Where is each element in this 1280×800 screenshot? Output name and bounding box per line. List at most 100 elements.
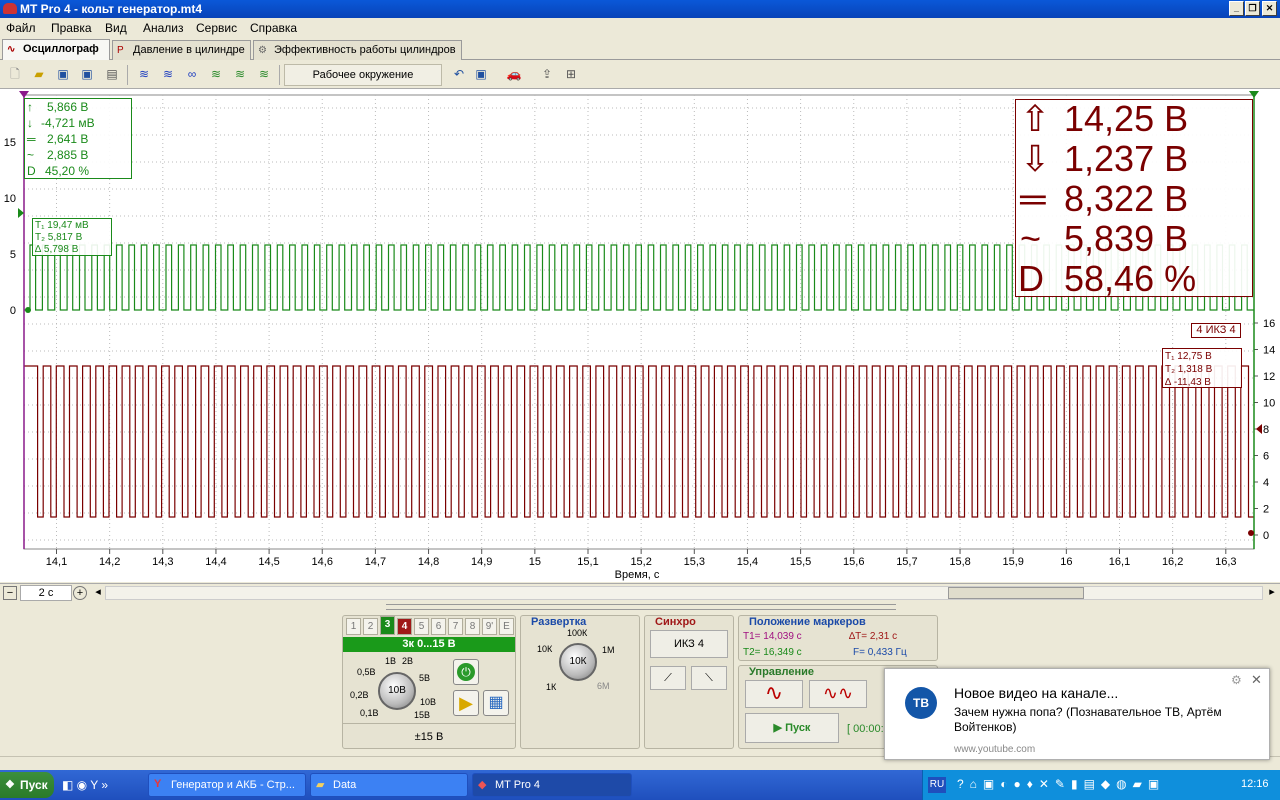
range-selector[interactable]: ±15 В: [343, 723, 515, 749]
x-tick-label: 15,7: [896, 556, 917, 568]
ch3-marker-box: T₁ 19,47 мВ T₂ 5,817 В ∆ 5,798 В: [32, 218, 112, 256]
x-tick-label: 15,8: [949, 556, 970, 568]
menu-view[interactable]: Вид: [105, 21, 127, 35]
right-tick-label: 8: [1263, 424, 1269, 436]
notification-toast[interactable]: ТВ ⚙ ✕ Новое видео на канале... Зачем ну…: [884, 668, 1270, 760]
window-title: MT Pro 4 - кольт генератор.mt4: [20, 2, 203, 16]
car-icon[interactable]: 🚗: [505, 66, 523, 83]
rms-icon: ~: [1020, 218, 1042, 259]
ch4-stats-box: ⇧ 14,25 В ⇩ 1,237 В ═ 8,322 В ~5,839 В D 58,…: [1015, 98, 1253, 299]
channels-icon[interactable]: ≋: [231, 66, 249, 83]
menu-service[interactable]: Сервис: [196, 21, 237, 35]
scroll-right-arrow[interactable]: ▸: [1265, 586, 1279, 600]
zoom-in-button[interactable]: +: [73, 586, 87, 600]
print-icon[interactable]: ▤: [103, 66, 121, 83]
marker-dt: ∆T= 2,31 с: [849, 631, 898, 642]
language-indicator[interactable]: RU: [928, 777, 946, 793]
tab-cylinder-pressure[interactable]: P Давление в цилиндре: [112, 40, 251, 60]
ch4-trace: [24, 365, 1254, 518]
minimize-button[interactable]: _: [1229, 1, 1244, 16]
save-as-icon[interactable]: ▣: [78, 66, 96, 83]
falling-edge-button[interactable]: ⟍: [691, 666, 727, 690]
probe-button[interactable]: ▶: [453, 690, 479, 716]
scroll-left-arrow[interactable]: ◂: [91, 586, 105, 600]
fit-icon[interactable]: ⊞: [562, 66, 580, 83]
task-folder[interactable]: ▰ Data: [310, 773, 468, 797]
right-tick-label: 2: [1263, 504, 1269, 516]
rising-edge-button[interactable]: ⟋: [650, 666, 686, 690]
task-mtpro[interactable]: ◆ MT Pro 4: [472, 773, 632, 797]
marker-t2-icon: T₂: [1165, 364, 1178, 375]
oscilloscope-plot[interactable]: 14,1 14,2 14,3 14,4 14,5 14,6 14,7 14,8 14,9 15 15…: [0, 89, 1280, 582]
channel-panel: 1 2 3 4 5 6 7 8 9' E 3к 0...15 В 10В 1В …: [342, 615, 516, 749]
channels-icon[interactable]: ≋: [135, 66, 153, 83]
close-button[interactable]: ✕: [1262, 1, 1277, 16]
quicklaunch-icons[interactable]: ◧ ◉ Y »: [62, 778, 108, 792]
task-browser[interactable]: Y Генератор и АКБ - Стр...: [148, 773, 306, 797]
sine-mode-button[interactable]: ∿: [745, 680, 803, 708]
channels-icon[interactable]: ≋: [207, 66, 225, 83]
arrow-down-icon: ⇩: [1020, 138, 1051, 179]
channel-4-button[interactable]: 4: [397, 618, 412, 635]
channels-icon[interactable]: ≋: [255, 66, 273, 83]
right-tick-label: 10: [1263, 398, 1275, 410]
open-folder-icon[interactable]: ▰: [30, 66, 48, 83]
menu-help[interactable]: Справка: [250, 21, 297, 35]
zoom-value[interactable]: 2 с: [20, 585, 72, 601]
ch3-stats-box: ↑ 5,866 В ↓ -4,721 мВ ═ 2,641 В ~2,885 В D4…: [24, 98, 132, 179]
clock: 12:16: [1241, 778, 1269, 790]
channel-1-button[interactable]: 1: [346, 618, 361, 635]
knob-label: 15В: [414, 710, 431, 720]
power-button[interactable]: ⏻: [453, 659, 479, 685]
undo-icon[interactable]: ↶: [450, 66, 468, 83]
start-button[interactable]: ❖ Пуск: [0, 772, 54, 798]
menu-file[interactable]: Файл: [6, 21, 36, 35]
restore-button[interactable]: ❐: [1245, 1, 1260, 16]
calculator-button[interactable]: ▦: [483, 690, 509, 716]
channels-icon[interactable]: ∞: [183, 66, 201, 83]
channel-8-button[interactable]: 8: [465, 618, 480, 635]
zoom-out-button[interactable]: −: [3, 586, 17, 600]
menu-analysis[interactable]: Анализ: [143, 21, 184, 35]
power-icon: ⏻: [457, 663, 475, 681]
close-icon[interactable]: ✕: [1251, 672, 1262, 688]
start-button[interactable]: ▶ Пуск: [745, 713, 839, 743]
channel-e-button[interactable]: E: [499, 618, 514, 635]
channel-6-button[interactable]: 6: [431, 618, 446, 635]
menu-edit[interactable]: Правка: [51, 21, 92, 35]
export-icon[interactable]: ⇪: [538, 66, 556, 83]
average-icon: ═: [27, 132, 36, 146]
splitter[interactable]: [386, 604, 896, 610]
channel-3-button[interactable]: 3: [380, 616, 395, 635]
knob-label: 10В: [420, 697, 437, 707]
channel-7-button[interactable]: 7: [448, 618, 463, 635]
tab-cylinder-efficiency[interactable]: ⚙ Эффективность работы цилиндров: [253, 40, 462, 60]
knob-label: 10К: [537, 644, 553, 654]
time-scrollbar[interactable]: [105, 586, 1263, 600]
scrollbar-thumb[interactable]: [948, 587, 1084, 599]
knob-label: 5В: [419, 673, 431, 683]
sweep-knob[interactable]: 10К: [559, 643, 597, 681]
save-env-icon[interactable]: ▣: [472, 66, 490, 83]
elapsed-time: [ 00:00:: [847, 723, 884, 735]
channels-icon[interactable]: ≋: [159, 66, 177, 83]
x-tick-label: 16,2: [1162, 556, 1183, 568]
recorder-mode-button[interactable]: ∿∿: [809, 680, 867, 708]
channel-2-button[interactable]: 2: [363, 618, 378, 635]
settings-icon[interactable]: ⚙: [1231, 673, 1242, 687]
save-icon[interactable]: ▣: [54, 66, 72, 83]
tab-oscilloscope[interactable]: ∿ Осциллограф: [2, 39, 110, 60]
voltage-knob[interactable]: 10В: [378, 672, 416, 710]
ch4-rms: 5,839 В: [1064, 218, 1189, 259]
x-tick-label: 15,2: [630, 556, 651, 568]
channel-9-button[interactable]: 9': [482, 618, 497, 635]
tray-icons[interactable]: ?⌂▣◐●♦✕✎▮▤◆◍▰▣: [957, 777, 1165, 791]
sync-source-dropdown[interactable]: ИКЗ 4: [650, 630, 728, 658]
x-tick-label: 14,9: [471, 556, 492, 568]
environment-dropdown[interactable]: Рабочее окружение: [284, 64, 442, 86]
falling-edge-icon: ⟍: [705, 672, 713, 684]
toolbar: 🗋 ▰ ▣ ▣ ▤ ≋ ≋ ∞ ≋ ≋ ≋ Рабочее окружение …: [0, 61, 1280, 89]
x-tick-label: 15,3: [684, 556, 705, 568]
channel-5-button[interactable]: 5: [414, 618, 429, 635]
new-file-icon[interactable]: 🗋: [6, 66, 24, 83]
